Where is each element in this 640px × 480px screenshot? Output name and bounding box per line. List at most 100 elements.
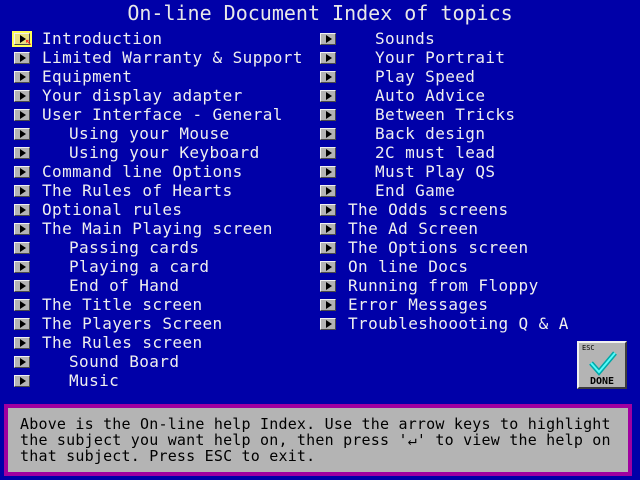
topic-item[interactable]: The Rules screen [14,333,303,352]
topic-item[interactable]: The Options screen [320,238,569,257]
triangle-right-icon[interactable] [320,317,336,330]
topic-item[interactable]: Sound Board [14,352,303,371]
topic-item[interactable]: On line Docs [320,257,569,276]
topic-item[interactable]: End Game [320,181,569,200]
topic-item[interactable]: Using your Keyboard [14,143,303,162]
topic-item[interactable]: Limited Warranty & Support [14,48,303,67]
triangle-right-icon[interactable] [14,355,30,368]
topic-label: The Rules of Hearts [42,181,233,200]
topic-item[interactable]: Troubleshoooting Q & A [320,314,569,333]
triangle-right-icon[interactable] [320,203,336,216]
triangle-right-icon[interactable] [320,127,336,140]
triangle-right-icon[interactable] [14,184,30,197]
topic-label: Passing cards [69,238,200,257]
page-title: On-line Document Index of topics [127,1,513,25]
triangle-right-icon[interactable] [320,298,336,311]
topic-item[interactable]: The Title screen [14,295,303,314]
triangle-right-icon[interactable] [320,184,336,197]
topic-label: Using your Keyboard [69,143,260,162]
triangle-right-icon[interactable] [14,241,30,254]
topic-label: User Interface - General [42,105,283,124]
topic-item[interactable]: Playing a card [14,257,303,276]
triangle-right-icon[interactable] [14,317,30,330]
triangle-right-icon[interactable] [14,108,30,121]
topic-item[interactable]: Using your Mouse [14,124,303,143]
done-button[interactable]: ESC DONE [577,341,627,389]
topic-item[interactable]: Equipment [14,67,303,86]
topic-item[interactable]: End of Hand [14,276,303,295]
help-line: that subject. Press ESC to exit. [20,447,316,465]
topic-label: End of Hand [69,276,180,295]
triangle-right-icon[interactable] [14,165,30,178]
topic-label: The Main Playing screen [42,219,273,238]
topic-label: Sound Board [69,352,180,371]
triangle-right-icon[interactable] [14,89,30,102]
triangle-right-icon[interactable] [320,51,336,64]
topic-label: Between Tricks [375,105,516,124]
triangle-right-icon[interactable] [320,165,336,178]
topic-label: Your display adapter [42,86,243,105]
topic-item[interactable]: Your display adapter [14,86,303,105]
topic-label: On line Docs [348,257,469,276]
topic-item[interactable]: 2C must lead [320,143,569,162]
triangle-right-icon[interactable] [320,146,336,159]
triangle-right-icon[interactable] [14,146,30,159]
triangle-right-icon[interactable] [14,203,30,216]
topic-label: Running from Floppy [348,276,539,295]
topic-item[interactable]: Play Speed [320,67,569,86]
triangle-right-icon[interactable] [320,260,336,273]
topic-label: 2C must lead [375,143,496,162]
topic-item[interactable]: Error Messages [320,295,569,314]
topic-item[interactable]: Passing cards [14,238,303,257]
topic-item[interactable]: User Interface - General [14,105,303,124]
topic-item[interactable]: ↖ Introduction [12,29,303,48]
topic-item[interactable]: Auto Advice [320,86,569,105]
topic-item[interactable]: Your Portrait [320,48,569,67]
topic-label: Playing a card [69,257,210,276]
triangle-right-icon[interactable] [14,279,30,292]
topic-label: Using your Mouse [69,124,230,143]
triangle-right-icon[interactable] [320,108,336,121]
topic-label: Error Messages [348,295,489,314]
topic-item[interactable]: The Rules of Hearts [14,181,303,200]
triangle-right-icon[interactable] [14,127,30,140]
topic-label: Sounds [375,29,436,48]
triangle-right-icon[interactable] [320,279,336,292]
topic-label: The Odds screens [348,200,509,219]
topic-item[interactable]: The Ad Screen [320,219,569,238]
help-line: Above is the On-line help Index. Use the… [20,415,611,433]
topic-item[interactable]: Command line Options [14,162,303,181]
triangle-right-icon[interactable] [14,260,30,273]
topic-item[interactable]: The Players Screen [14,314,303,333]
triangle-right-icon[interactable] [320,70,336,83]
triangle-right-icon[interactable] [320,241,336,254]
triangle-right-icon[interactable] [14,51,30,64]
topic-item[interactable]: Back design [320,124,569,143]
help-line: the subject you want help on, then press… [20,431,611,449]
topic-list-left: ↖ Introduction Limited Warranty & Support E… [12,29,303,390]
triangle-right-icon[interactable] [14,222,30,235]
topic-item[interactable]: Between Tricks [320,105,569,124]
triangle-right-icon[interactable] [320,222,336,235]
topic-item[interactable]: The Odds screens [320,200,569,219]
topic-label: The Rules screen [42,333,203,352]
cursor-icon: ↖ [25,34,33,48]
triangle-right-icon[interactable] [14,70,30,83]
help-text: Above is the On-line help Index. Use the… [8,408,628,472]
topic-label: The Options screen [348,238,529,257]
triangle-right-icon[interactable] [320,32,336,45]
topic-item[interactable]: The Main Playing screen [14,219,303,238]
topic-label: Back design [375,124,486,143]
topic-label: Music [69,371,120,390]
topic-item[interactable]: Running from Floppy [320,276,569,295]
checkmark-icon [589,351,617,376]
topic-label: The Players Screen [42,314,223,333]
triangle-right-icon[interactable] [14,298,30,311]
triangle-right-icon[interactable] [14,336,30,349]
topic-item[interactable]: Optional rules [14,200,303,219]
triangle-right-icon[interactable] [14,374,30,387]
topic-item[interactable]: Must Play QS [320,162,569,181]
triangle-right-icon[interactable] [320,89,336,102]
topic-item[interactable]: Sounds [320,29,569,48]
topic-item[interactable]: Music [14,371,303,390]
